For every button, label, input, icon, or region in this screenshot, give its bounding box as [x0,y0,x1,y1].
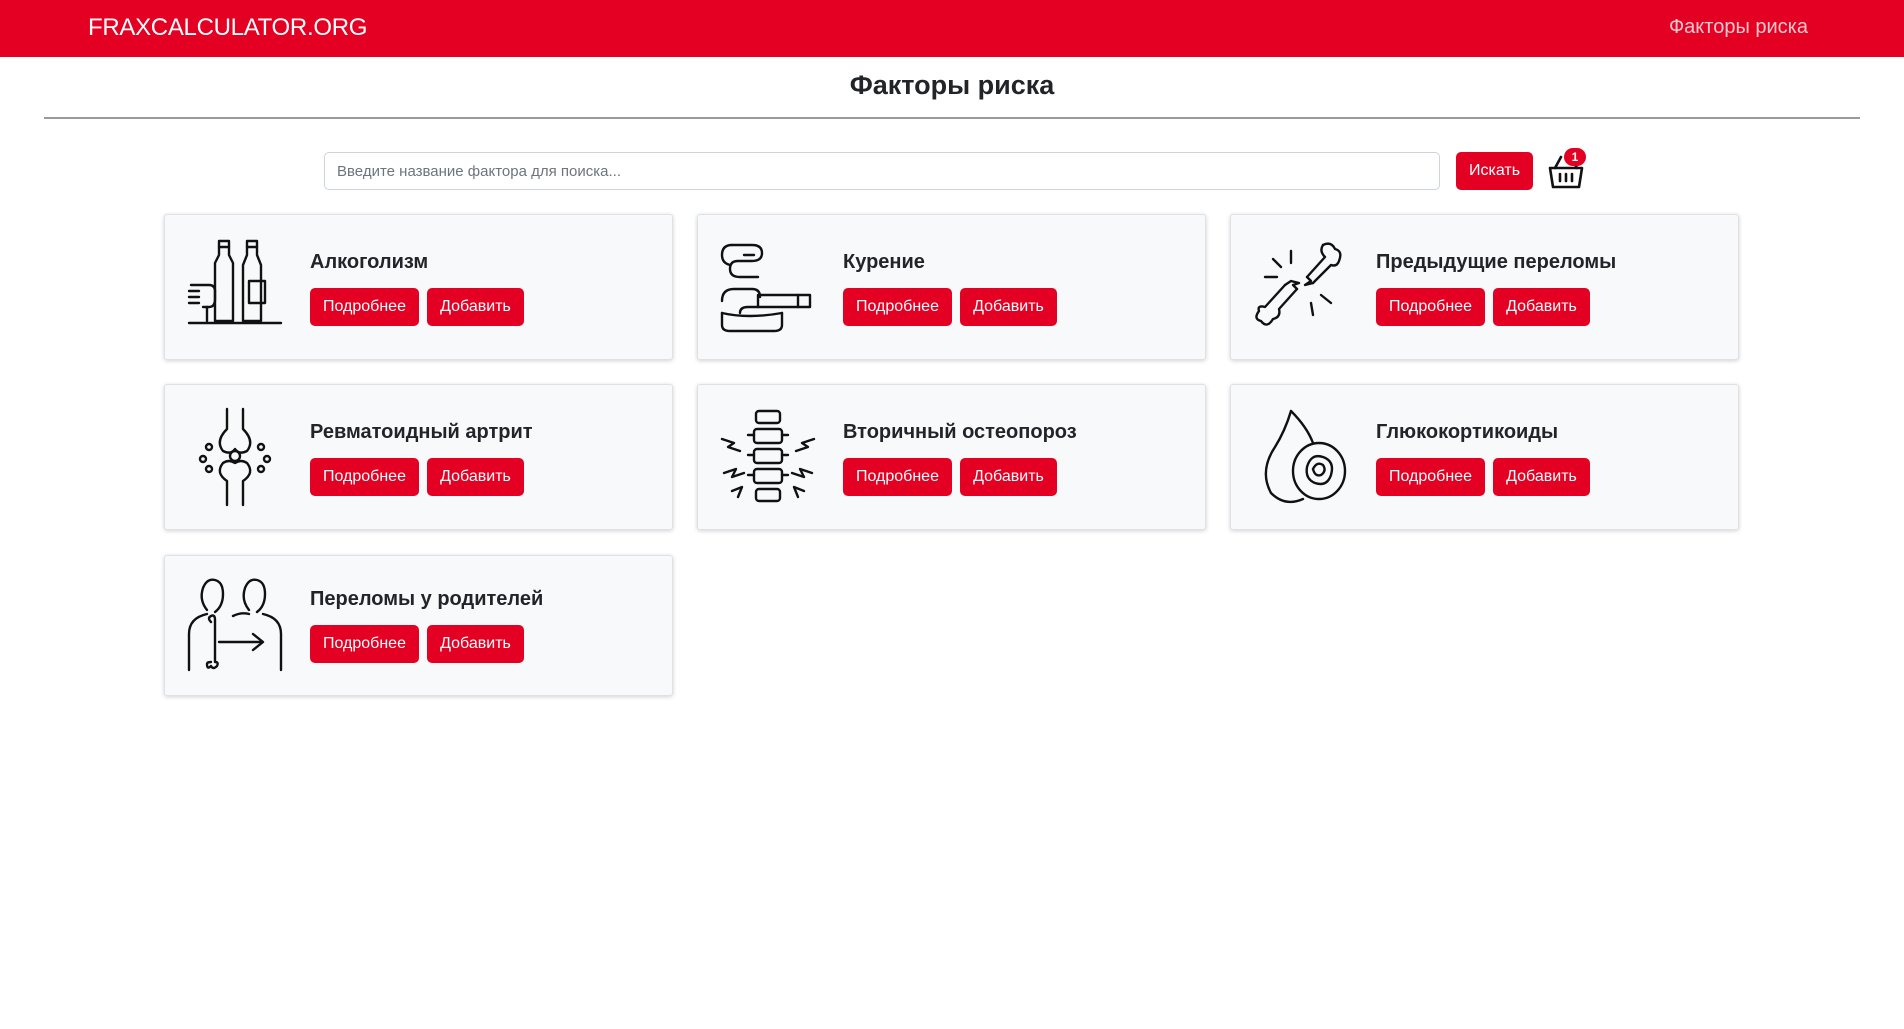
factor-title: Вторичный остеопороз [843,421,1077,443]
add-button[interactable]: Добавить [960,288,1057,326]
factor-card-secondary-osteoporosis: Вторичный остеопороз Подробнее Добавить [697,384,1206,530]
details-button[interactable]: Подробнее [310,625,419,663]
add-button[interactable]: Добавить [960,458,1057,496]
knee-joint-icon [185,407,285,507]
add-button[interactable]: Добавить [427,625,524,663]
details-button[interactable]: Подробнее [310,458,419,496]
details-button[interactable]: Подробнее [310,288,419,326]
page-title: Факторы риска [849,70,1055,100]
factor-title: Ревматоидный артрит [310,421,533,443]
alcohol-bottles-icon [185,237,285,337]
factor-card-smoking: Курение Подробнее Добавить [697,214,1206,360]
factor-card-rheumatoid-arthritis: Ревматоидный артрит Подробнее Добавить [164,384,673,530]
details-button[interactable]: Подробнее [843,288,952,326]
search-button[interactable]: Искать [1456,152,1533,190]
add-button[interactable]: Добавить [427,458,524,496]
search-input[interactable] [324,152,1440,190]
factor-card-previous-fractures: Предыдущие переломы Подробнее Добавить [1230,214,1739,360]
factor-card-parental-fractures: Переломы у родителей Подробнее Добавить [164,555,673,696]
details-button[interactable]: Подробнее [843,458,952,496]
add-button[interactable]: Добавить [1493,458,1590,496]
adrenal-gland-icon [1251,407,1351,507]
cart-count-badge: 1 [1564,148,1586,166]
factor-card-alcoholism: Алкоголизм Подробнее Добавить [164,214,673,360]
cart-button[interactable]: 1 [1546,148,1586,192]
factor-card-glucocorticoids: Глюкокортикоиды Подробнее Добавить [1230,384,1739,530]
spine-fracture-icon [718,407,818,507]
add-button[interactable]: Добавить [427,288,524,326]
details-button[interactable]: Подробнее [1376,288,1485,326]
factor-title: Предыдущие переломы [1376,251,1617,273]
details-button[interactable]: Подробнее [1376,458,1485,496]
brand-logo-link[interactable]: FRAXCALCULATOR.ORG [88,14,367,42]
smoking-cigarette-icon [718,237,818,337]
broken-bone-icon [1251,237,1351,337]
factor-title: Переломы у родителей [310,588,544,610]
top-navbar: FRAXCALCULATOR.ORG Факторы риска [0,0,1904,57]
factor-title: Алкоголизм [310,251,429,273]
parents-bone-icon [185,576,285,676]
nav-link-risk-factors[interactable]: Факторы риска [1669,16,1808,39]
add-button[interactable]: Добавить [1493,288,1590,326]
factor-title: Глюкокортикоиды [1376,421,1559,443]
factor-title: Курение [843,251,925,273]
title-divider [44,117,1860,119]
